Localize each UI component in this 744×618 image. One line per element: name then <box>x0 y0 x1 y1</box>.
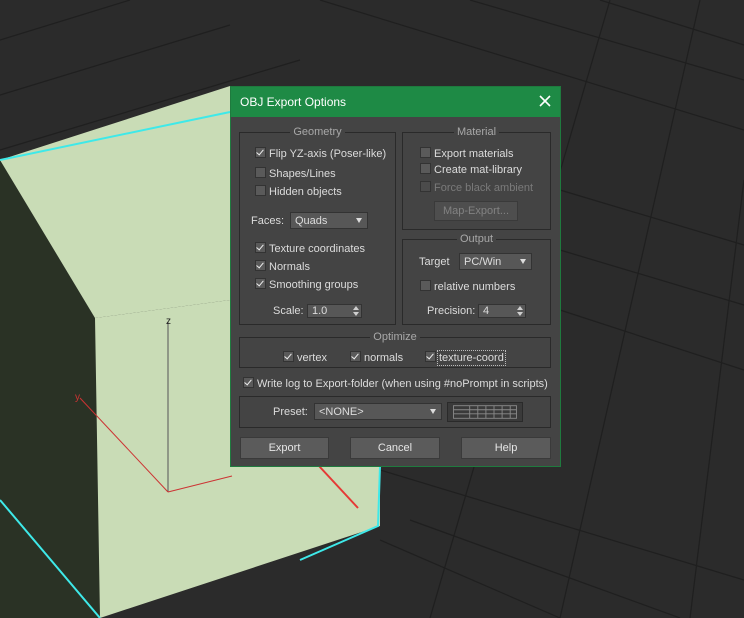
help-button[interactable]: Help <box>461 437 551 459</box>
precision-label: Precision: <box>427 305 476 317</box>
hidden-objects-label: Hidden objects <box>269 186 342 198</box>
export-materials-label: Export materials <box>434 148 514 160</box>
geometry-group-title: Geometry <box>290 126 345 138</box>
output-group: Output Target PC/Win relative numbers Pr… <box>402 233 551 325</box>
optimize-normals-checkbox[interactable]: normals <box>350 351 403 365</box>
texture-coordinates-checkbox[interactable]: Texture coordinates <box>255 242 365 256</box>
preset-dropdown[interactable]: <NONE> <box>314 403 442 420</box>
title-bar[interactable]: OBJ Export Options <box>231 87 560 117</box>
scale-spinner[interactable]: 1.0 <box>307 304 362 318</box>
flip-yz-checkbox[interactable]: Flip YZ-axis (Poser-like) <box>255 147 386 161</box>
normals-label: Normals <box>269 261 310 273</box>
preset-group: Preset: <NONE> <box>239 396 551 428</box>
normals-checkbox[interactable]: Normals <box>255 260 310 274</box>
target-dropdown[interactable]: PC/Win <box>459 253 532 270</box>
optimize-group-title: Optimize <box>370 331 420 343</box>
spinner-arrows-icon[interactable] <box>517 306 523 316</box>
precision-value: 4 <box>483 305 490 317</box>
output-group-title: Output <box>456 233 497 245</box>
map-export-button[interactable]: Map-Export... <box>434 201 518 221</box>
flip-yz-label: Flip YZ-axis (Poser-like) <box>269 148 387 160</box>
faces-label: Faces: <box>251 215 285 227</box>
smoothing-groups-label: Smoothing groups <box>269 279 359 291</box>
chevron-down-icon <box>356 218 362 223</box>
scale-value: 1.0 <box>312 305 328 317</box>
relative-numbers-checkbox[interactable]: relative numbers <box>420 280 515 294</box>
faces-dropdown[interactable]: Quads <box>290 212 368 229</box>
target-label: Target <box>419 256 450 268</box>
obj-export-dialog: OBJ Export Options Geometry Flip YZ-axis… <box>230 86 561 467</box>
preset-manager-icon[interactable] <box>447 402 523 422</box>
axis-label-z: z <box>166 316 171 327</box>
dialog-title: OBJ Export Options <box>240 95 347 109</box>
force-black-ambient-checkbox[interactable]: Force black ambient <box>420 181 533 195</box>
optimize-vertex-checkbox[interactable]: vertex <box>283 351 327 365</box>
optimize-texture-coord-label: texture-coord <box>437 350 506 366</box>
optimize-group: Optimize vertex normals texture-coord <box>239 331 551 368</box>
chevron-down-icon <box>430 409 436 414</box>
faces-value: Quads <box>295 215 328 227</box>
preset-value: <NONE> <box>319 406 364 418</box>
relative-numbers-label: relative numbers <box>434 281 516 293</box>
preset-label: Preset: <box>273 406 308 418</box>
optimize-vertex-label: vertex <box>297 352 327 364</box>
export-button[interactable]: Export <box>240 437 329 459</box>
export-materials-checkbox[interactable]: Export materials <box>420 147 513 161</box>
create-mat-library-checkbox[interactable]: Create mat-library <box>420 163 522 177</box>
material-group: Material Export materials Create mat-lib… <box>402 126 551 230</box>
hidden-objects-checkbox[interactable]: Hidden objects <box>255 185 342 199</box>
write-log-label: Write log to Export-folder (when using #… <box>257 378 548 390</box>
precision-spinner[interactable]: 4 <box>478 304 526 318</box>
chevron-down-icon <box>520 259 526 264</box>
write-log-checkbox[interactable]: Write log to Export-folder (when using #… <box>243 377 548 391</box>
scale-label: Scale: <box>273 305 304 317</box>
create-mat-library-label: Create mat-library <box>434 164 523 176</box>
target-value: PC/Win <box>464 256 502 268</box>
spinner-arrows-icon[interactable] <box>353 306 359 316</box>
close-icon[interactable] <box>536 92 554 110</box>
shapes-lines-label: Shapes/Lines <box>269 168 336 180</box>
smoothing-groups-checkbox[interactable]: Smoothing groups <box>255 278 358 292</box>
geometry-group: Geometry Flip YZ-axis (Poser-like) Shape… <box>239 126 396 325</box>
axis-label-y: y <box>75 392 80 403</box>
material-group-title: Material <box>453 126 500 138</box>
optimize-normals-label: normals <box>364 352 404 364</box>
cancel-button[interactable]: Cancel <box>350 437 440 459</box>
force-black-ambient-label: Force black ambient <box>434 182 534 194</box>
texture-coordinates-label: Texture coordinates <box>269 243 365 255</box>
optimize-texture-coord-checkbox[interactable]: texture-coord <box>425 350 506 366</box>
shapes-lines-checkbox[interactable]: Shapes/Lines <box>255 167 336 181</box>
